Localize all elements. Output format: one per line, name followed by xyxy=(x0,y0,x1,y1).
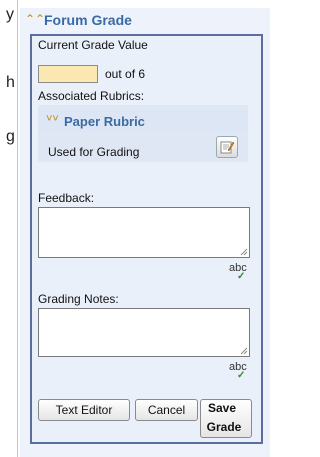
grade-out-of-label: out of 6 xyxy=(105,67,146,81)
spellcheck-icon[interactable]: ✓ xyxy=(237,271,245,282)
current-grade-label: Current Grade Value xyxy=(38,38,148,52)
spellcheck-icon[interactable]: ✓ xyxy=(237,370,245,381)
panel-title: Forum Grade xyxy=(44,12,132,28)
rubric-name[interactable]: Paper Rubric xyxy=(64,114,145,129)
text-editor-button[interactable]: Text Editor xyxy=(38,399,130,421)
save-grade-button[interactable]: Save Grade xyxy=(200,397,252,437)
feedback-textarea[interactable] xyxy=(38,207,250,258)
chevron-up-double-icon[interactable]: ⌃⌃ xyxy=(25,12,45,26)
edit-rubric-button[interactable] xyxy=(216,136,238,158)
background-char: h xyxy=(6,74,15,91)
rubric-status: Used for Grading xyxy=(48,145,140,159)
grading-notes-label: Grading Notes: xyxy=(38,292,119,306)
grading-notes-textarea[interactable] xyxy=(38,308,250,357)
edit-rubric-icon xyxy=(220,141,235,154)
save-grade-line1: Save xyxy=(208,401,237,415)
associated-rubrics-label: Associated Rubrics: xyxy=(38,89,145,103)
panel-divider xyxy=(17,0,18,457)
save-grade-line2: Grade xyxy=(206,420,242,434)
feedback-label: Feedback: xyxy=(38,191,95,205)
background-page-text: y h g xyxy=(0,0,22,457)
resize-handle-icon[interactable] xyxy=(240,248,248,256)
panel-header[interactable]: ⌃⌃ Forum Grade xyxy=(20,8,270,34)
background-char: g xyxy=(6,128,15,145)
resize-handle-icon[interactable] xyxy=(240,347,248,355)
chevron-down-double-icon[interactable]: ˅˅ xyxy=(46,113,59,125)
grade-input[interactable] xyxy=(38,65,98,83)
background-char: y xyxy=(6,6,14,23)
cancel-button[interactable]: Cancel xyxy=(135,399,198,421)
